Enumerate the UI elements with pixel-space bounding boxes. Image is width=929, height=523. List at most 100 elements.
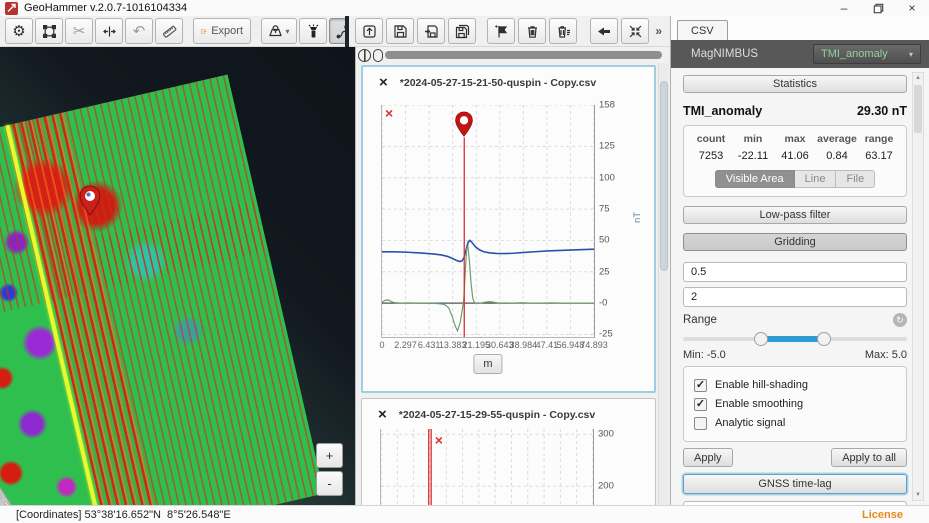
y-axis-tick-label: 100 [599,172,615,183]
y-axis-tick-label: -25 [599,329,613,340]
x-axis-unit-button[interactable]: m [473,354,502,374]
scope-visible-area[interactable]: Visible Area [715,170,795,188]
chart-canvas[interactable] [381,429,593,505]
undo-button[interactable]: ↶ [125,18,153,44]
save-icon [393,24,408,39]
scrollbar-thumb[interactable] [660,81,668,271]
field-value: 29.30 nT [857,104,907,118]
flashlight-icon [306,24,321,39]
checkbox-analytic-signal[interactable]: Analytic signal [694,415,896,431]
restore-button[interactable] [861,0,895,16]
import-button[interactable] [355,18,383,44]
save-button[interactable] [386,18,414,44]
x-axis-tick-label: 2.297 [394,340,417,350]
profile-chart[interactable]: × 300200 [380,429,594,505]
chart-canvas[interactable] [382,105,594,337]
map-pin-marker[interactable] [78,185,102,217]
export-icon [201,24,207,39]
license-link[interactable]: License [862,509,903,521]
flashlight-button[interactable] [299,18,327,44]
save-all-button[interactable] [448,18,476,44]
scope-file[interactable]: File [836,170,875,188]
map-zoom-in-button[interactable]: + [316,443,343,468]
scroll-down-icon[interactable]: ▼ [913,492,923,498]
scroll-up-icon[interactable]: ▲ [913,75,923,81]
profile-card-header: × *2024-05-27-15-29-55-quspin - Copy.csv [362,399,655,422]
apply-to-all-button[interactable]: Apply to all [831,448,907,467]
scissors-icon: ✂ [73,24,86,39]
apply-row: Apply Apply to all [683,448,907,467]
map-zoom-out-button[interactable]: - [316,471,343,496]
clear-all-button[interactable] [549,18,577,44]
checkbox-box[interactable]: ✓ [694,379,707,392]
cell-size-input[interactable] [683,262,907,282]
range-max-label: Max: 5.0 [865,349,907,361]
fit-view-button[interactable] [621,18,649,44]
cursor-pin-marker[interactable] [454,111,474,138]
map-panel[interactable]: Am Tief + - [0,47,355,505]
map-pin-icon [268,24,283,39]
stat-header: max [774,133,816,145]
stat-value: 41.06 [774,150,816,162]
toolbar-overflow-icon[interactable]: » [655,24,664,38]
range-slider[interactable] [683,332,907,346]
close-profile-icon[interactable]: × [378,407,387,422]
checkbox-box[interactable] [694,417,707,430]
select-area-button[interactable] [35,18,63,44]
apply-button[interactable]: Apply [683,448,733,467]
coordinates-readout: [Coordinates] 53°38'16.652"N 8°5'26.548"… [16,509,231,521]
profiles-scrollbar[interactable] [658,63,669,505]
measure-button[interactable] [155,18,183,44]
red-x-marker-icon[interactable]: × [435,433,443,447]
scope-line[interactable]: Line [795,170,837,188]
options-card: ✓ Enable hill-shading ✓ Enable smoothing… [683,366,907,442]
range-reset-button[interactable]: ↻ [893,313,907,327]
red-x-marker-icon[interactable]: × [385,106,393,120]
statistics-button[interactable]: Statistics [683,75,907,93]
profile-range-scrollbar[interactable] [356,47,670,63]
gridding-button[interactable]: Gridding [683,233,907,251]
save-as-button[interactable] [417,18,445,44]
minimize-button[interactable]: – [827,0,861,16]
profile-title: *2024-05-27-15-21-50-quspin - Copy.csv [400,77,596,89]
source-label: MagNIMBUS [691,48,758,60]
split-button[interactable] [95,18,123,44]
export-button[interactable]: Export [193,18,251,44]
range-handle-icon[interactable] [373,49,383,62]
window-controls: – × [827,0,929,16]
close-profile-icon[interactable]: × [379,75,388,90]
profile-card-2[interactable]: × *2024-05-27-15-29-55-quspin - Copy.csv… [361,398,656,505]
cut-button[interactable]: ✂ [65,18,93,44]
panel-content: Statistics TMI_anomaly 29.30 nT count mi… [671,68,929,505]
low-pass-filter-button[interactable]: Low-pass filter [683,206,907,224]
field-dropdown[interactable]: TMI_anomaly ▾ [813,44,921,64]
slider-max-handle[interactable] [817,332,831,346]
close-button[interactable]: × [895,0,929,16]
checkbox-hill-shading[interactable]: ✓ Enable hill-shading [694,377,896,393]
profile-card-1[interactable]: × *2024-05-27-15-21-50-quspin - Copy.csv… [361,65,656,393]
back-button[interactable] [590,18,618,44]
stat-value: 0.84 [816,150,858,162]
scrollbar-thumb[interactable] [914,85,922,133]
checkbox-smoothing[interactable]: ✓ Enable smoothing [694,396,896,412]
range-label: Range [683,314,717,326]
stat-header: min [732,133,774,145]
flag-button[interactable] [487,18,515,44]
delete-button[interactable] [518,18,546,44]
gnss-time-lag-button[interactable]: GNSS time-lag [683,474,907,494]
scope-segmented-control: Visible Area Line File [690,170,900,188]
checkbox-label: Enable smoothing [715,398,803,410]
split-arrows-icon [102,24,117,39]
range-handle-icon[interactable] [358,49,371,62]
range-minmax: Min: -5.0 Max: 5.0 [683,349,907,361]
slider-min-handle[interactable] [754,332,768,346]
checkbox-box[interactable]: ✓ [694,398,707,411]
slider-fill [761,336,824,342]
tab-csv[interactable]: CSV [677,20,728,40]
range-bar[interactable] [385,51,662,59]
settings-button[interactable]: ⚙ [5,18,33,44]
panel-scrollbar[interactable]: ▲ ▼ [912,72,924,501]
profile-chart[interactable]: × 158125100755025-0-25 02.2976.43113.383… [381,105,595,338]
blanking-distance-input[interactable] [683,287,907,307]
place-marker-button[interactable]: ▾ [261,18,297,44]
